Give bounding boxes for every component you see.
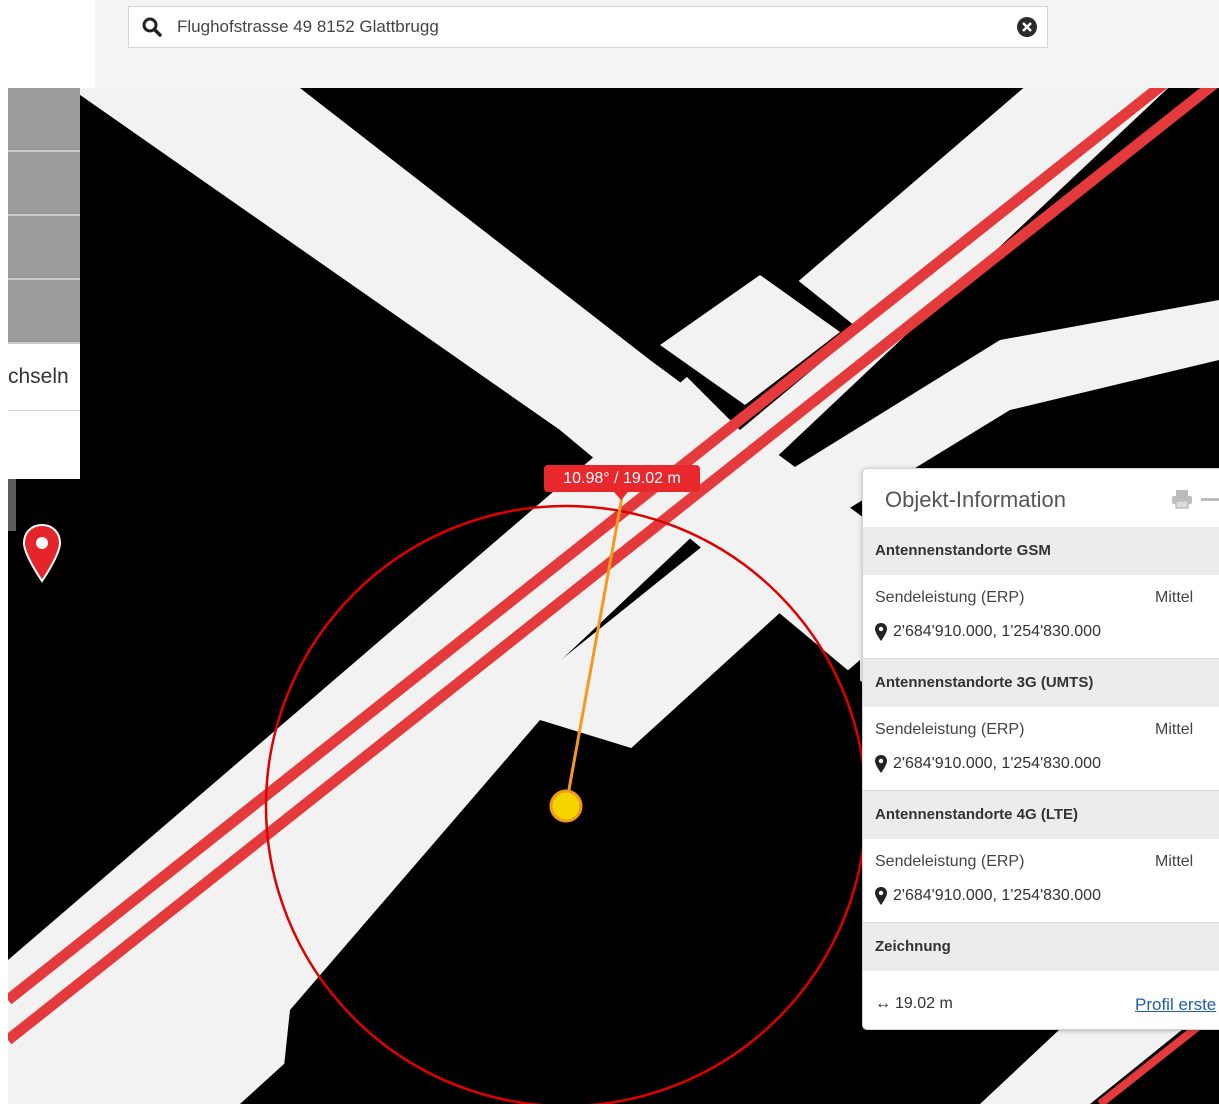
- search-icon: [142, 17, 162, 37]
- close-circle-icon[interactable]: [1017, 17, 1037, 37]
- search-button[interactable]: [129, 7, 175, 47]
- measure-label: 10.98° / 19.02 m: [544, 465, 700, 500]
- attribute-name: Sendeleistung (ERP): [875, 589, 1025, 606]
- horizontal-arrows-icon: ↔: [875, 995, 891, 1012]
- coordinate-text: 2'684'910.000, 1'254'830.000: [893, 887, 1101, 904]
- menu-item-3[interactable]: [8, 216, 80, 280]
- measure-center-point[interactable]: [549, 789, 583, 823]
- menu-item-1[interactable]: [8, 88, 80, 152]
- layer-body-4g: Sendeleistung (ERP) Mittel 2'684'910.000…: [863, 839, 1219, 923]
- location-marker-icon[interactable]: [22, 523, 62, 585]
- attribute-value: Mittel: [1155, 853, 1194, 870]
- search-box: [128, 6, 1048, 48]
- info-panel-header: Objekt-Information: [863, 469, 1219, 527]
- menu-collapse-handle[interactable]: [8, 479, 16, 531]
- layer-header-4g[interactable]: Antennenstandorte 4G (LTE): [863, 791, 1219, 839]
- length-value: 19.02 m: [895, 995, 953, 1012]
- search-input[interactable]: [177, 14, 977, 40]
- object-info-panel: Objekt-Information Antennenstandorte GSM…: [862, 468, 1219, 1030]
- layer-body-3g: Sendeleistung (ERP) Mittel 2'684'910.000…: [863, 707, 1219, 791]
- layer-body-gsm: Sendeleistung (ERP) Mittel 2'684'910.000…: [863, 575, 1219, 659]
- print-icon[interactable]: [1171, 489, 1193, 509]
- map-pin-icon: [875, 623, 887, 641]
- menu-item-switch-label: chseln: [8, 365, 69, 388]
- coordinate-row[interactable]: 2'684'910.000, 1'254'830.000: [875, 755, 1101, 773]
- menu-item-6[interactable]: [8, 411, 80, 477]
- coordinate-text: 2'684'910.000, 1'254'830.000: [893, 623, 1101, 640]
- attribute-name: Sendeleistung (ERP): [875, 853, 1025, 870]
- map-pin-icon: [875, 887, 887, 905]
- attribute-value: Mittel: [1155, 721, 1194, 738]
- layer-body-drawing: ↔ 19.02 m Profil erste: [863, 971, 1219, 1029]
- attribute-name: Sendeleistung (ERP): [875, 721, 1025, 738]
- length-row: ↔ 19.02 m: [875, 995, 953, 1013]
- minimize-icon[interactable]: [1201, 498, 1219, 501]
- menu-item-switch[interactable]: chseln: [8, 344, 80, 411]
- map-pin-icon: [875, 755, 887, 773]
- menu-item-4[interactable]: [8, 280, 80, 344]
- menu-item-2[interactable]: [8, 152, 80, 216]
- coordinate-row[interactable]: 2'684'910.000, 1'254'830.000: [875, 887, 1101, 905]
- attribute-value: Mittel: [1155, 589, 1194, 606]
- coordinate-row[interactable]: 2'684'910.000, 1'254'830.000: [875, 623, 1101, 641]
- layer-header-drawing[interactable]: Zeichnung: [863, 923, 1219, 971]
- layer-header-gsm[interactable]: Antennenstandorte GSM: [863, 527, 1219, 575]
- create-profile-link[interactable]: Profil erste: [1135, 995, 1216, 1015]
- layer-header-3g[interactable]: Antennenstandorte 3G (UMTS): [863, 659, 1219, 707]
- left-menu: chseln: [8, 88, 80, 479]
- coordinate-text: 2'684'910.000, 1'254'830.000: [893, 755, 1101, 772]
- info-panel-title: Objekt-Information: [885, 487, 1066, 512]
